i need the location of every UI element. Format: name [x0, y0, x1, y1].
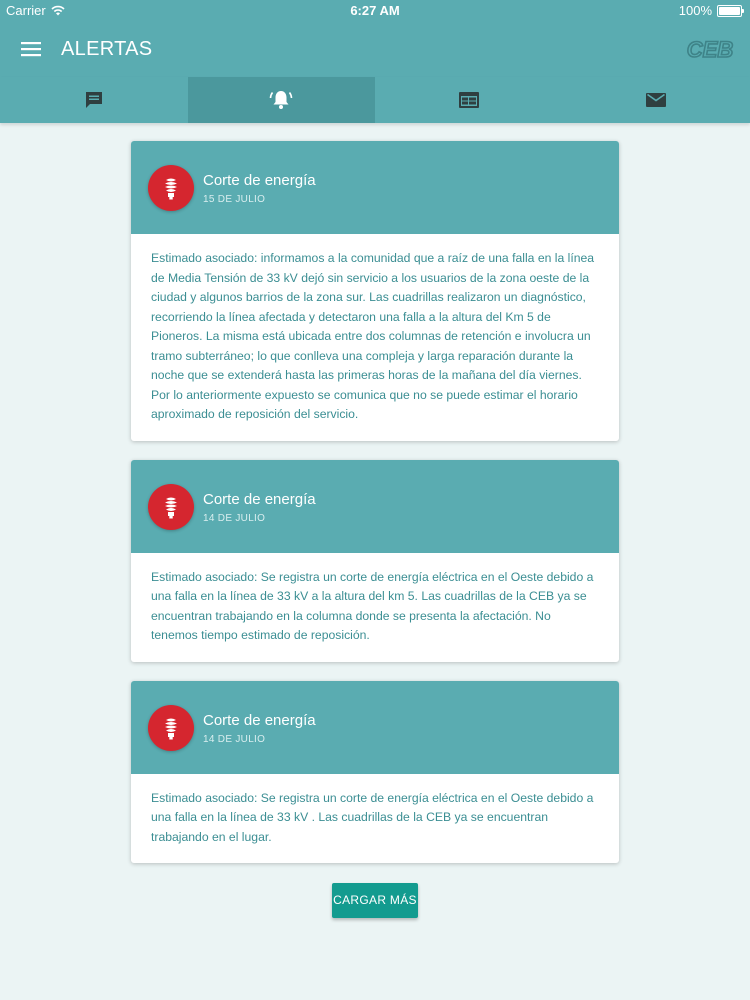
page-title: ALERTAS	[61, 38, 153, 60]
lightbulb-icon	[148, 704, 194, 751]
alert-text: Estimado asociado: Se registra un corte …	[151, 569, 594, 643]
load-more-row: CARGAR MÁS	[0, 883, 750, 918]
battery-icon	[717, 4, 744, 17]
alert-card-header: Corte de energía 14 DE JULIO	[131, 680, 619, 774]
alert-date: 14 DE JULIO	[203, 512, 266, 524]
calendar-icon	[458, 92, 479, 108]
alert-title: Corte de energía	[203, 172, 316, 189]
battery-indicator: 100%	[678, 3, 744, 18]
alert-card-header: Corte de energía 14 DE JULIO	[131, 459, 619, 553]
load-more-button[interactable]: CARGAR MÁS	[332, 883, 418, 918]
tab-messages[interactable]	[0, 77, 188, 123]
alert-card: Corte de energía 14 DE JULIO Estimado as…	[131, 680, 619, 863]
svg-text:CEB: CEB	[687, 37, 734, 62]
tab-calendar[interactable]	[375, 77, 563, 123]
alert-date: 15 DE JULIO	[203, 194, 266, 205]
alerts-feed: Corte de energía 15 DE JULIO Estimado as…	[131, 141, 619, 882]
tab-bar	[0, 77, 750, 123]
alert-text: Estimado asociado: informamos a la comun…	[151, 251, 595, 421]
alert-card-header: Corte de energía 15 DE JULIO	[131, 141, 619, 234]
ceb-logo: CEB	[686, 36, 734, 62]
battery-percent: 100%	[678, 3, 712, 18]
status-time: 6:27 AM	[350, 3, 400, 18]
alert-title: Corte de energía	[203, 490, 316, 508]
tab-mail[interactable]	[563, 77, 750, 123]
lightbulb-icon	[148, 165, 194, 211]
tab-alerts[interactable]	[187, 77, 375, 123]
chat-icon	[85, 92, 102, 108]
lightbulb-icon	[148, 483, 194, 530]
mail-icon	[646, 93, 667, 107]
alert-date: 14 DE JULIO	[203, 733, 266, 745]
status-bar: Carrier 6:27 AM 100%	[0, 0, 750, 22]
app-bar: ALERTAS CEB	[0, 22, 750, 77]
bell-icon	[269, 91, 293, 109]
menu-button[interactable]	[14, 34, 48, 64]
alert-card: Corte de energía 14 DE JULIO Estimado as…	[131, 459, 619, 662]
alert-card: Corte de energía 15 DE JULIO Estimado as…	[131, 141, 619, 441]
hamburger-icon	[21, 42, 41, 57]
alert-title: Corte de energía	[203, 711, 316, 729]
alert-text: Estimado asociado: Se registra un corte …	[151, 790, 594, 844]
